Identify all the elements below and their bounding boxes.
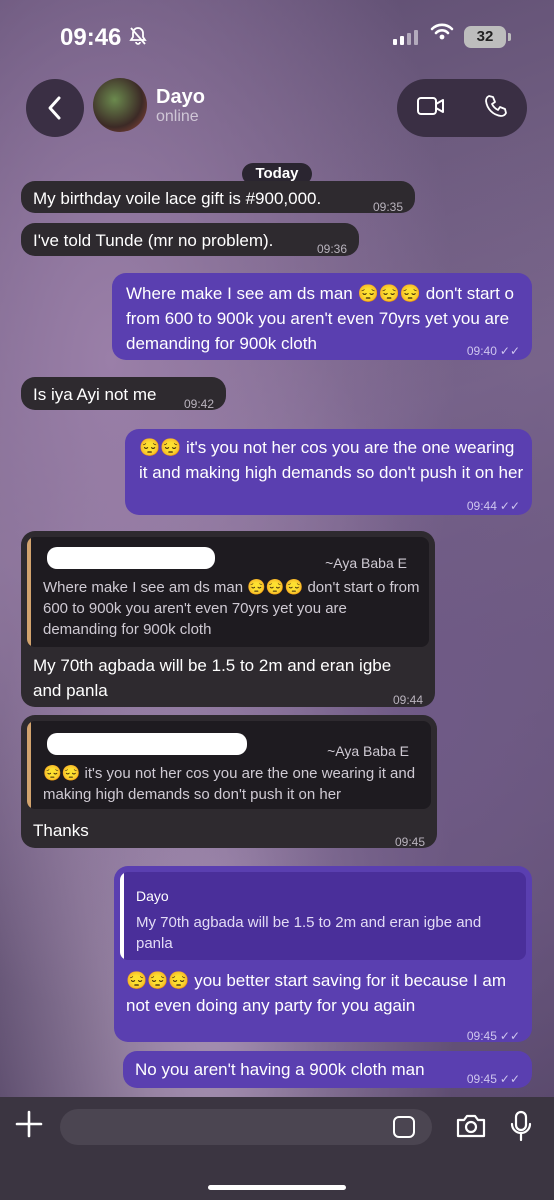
message-text: No you aren't having a 900k cloth man: [135, 1060, 425, 1079]
phone-icon: [484, 94, 507, 117]
quote-text: 😔😔 it's you not her cos you are the one …: [43, 765, 416, 803]
quoted-message[interactable]: ~Aya Baba E 😔😔 it's you not her cos you …: [27, 721, 431, 809]
message-text: Where make I see am ds man 😔😔😔 don't sta…: [126, 284, 514, 353]
message-time: 09:36: [316, 242, 347, 256]
read-ticks-icon: ✓✓: [499, 1029, 520, 1043]
video-call-button[interactable]: [416, 95, 446, 122]
message-time: 09:44: [392, 693, 423, 707]
chat-header: Dayo online: [0, 72, 554, 146]
message-time: 09:45 ✓✓: [467, 1067, 520, 1092]
contact-name[interactable]: Dayo: [156, 86, 205, 109]
message-text: Thanks: [33, 821, 89, 840]
attach-button[interactable]: [14, 1109, 44, 1148]
message-bubble[interactable]: Dayo My 70th agbada will be 1.5 to 2m an…: [114, 866, 532, 1043]
message-time: 09:35: [372, 200, 403, 214]
redacted-name: [47, 547, 215, 569]
message-bubble[interactable]: ~Aya Baba E 😔😔 it's you not her cos you …: [21, 715, 437, 849]
wifi-icon: [430, 22, 454, 48]
message-text: Is iya Ayi not me: [33, 385, 157, 404]
message-bubble[interactable]: Is iya Ayi not me 09:42: [21, 377, 226, 411]
message-bubble[interactable]: My birthday voile lace gift is #900,000.…: [21, 181, 415, 214]
message-text: I've told Tunde (mr no problem).: [33, 231, 274, 250]
silent-bell-icon: [128, 26, 148, 51]
read-ticks-icon: ✓✓: [499, 499, 520, 513]
back-button[interactable]: [26, 79, 84, 137]
sticker-icon[interactable]: [393, 1116, 415, 1138]
quote-author: ~Aya Baba E: [325, 555, 407, 571]
quote-text: Where make I see am ds man 😔😔😔 don't sta…: [43, 579, 420, 638]
quote-text: My 70th agbada will be 1.5 to 2m and era…: [136, 914, 482, 952]
mic-button[interactable]: [510, 1110, 532, 1147]
message-bubble[interactable]: Where make I see am ds man 😔😔😔 don't sta…: [112, 273, 532, 360]
quoted-message[interactable]: ~Aya Baba E Where make I see am ds man 😔…: [27, 537, 429, 647]
phone-call-button[interactable]: [483, 93, 509, 124]
redacted-name: [47, 733, 247, 755]
message-time: 09:45 ✓✓: [467, 1024, 520, 1049]
mic-icon: [510, 1110, 532, 1142]
battery-indicator: 32: [464, 26, 511, 48]
avatar[interactable]: [93, 78, 147, 132]
message-text: My 70th agbada will be 1.5 to 2m and era…: [33, 656, 392, 700]
camera-icon: [456, 1114, 486, 1138]
quote-author: Dayo: [136, 888, 169, 904]
home-indicator: [208, 1185, 346, 1190]
message-text: 😔😔😔 you better start saving for it becau…: [126, 971, 507, 1015]
message-bubble[interactable]: I've told Tunde (mr no problem). 09:36: [21, 223, 359, 256]
message-time: 09:40 ✓✓: [467, 339, 520, 364]
message-bubble[interactable]: 😔😔 it's you not her cos you are the one …: [125, 429, 532, 515]
video-call-icon: [416, 96, 444, 115]
message-text: 😔😔 it's you not her cos you are the one …: [139, 438, 524, 482]
status-time: 09:46: [60, 24, 122, 51]
quote-author: ~Aya Baba E: [327, 743, 409, 759]
message-time: 09:45: [394, 835, 425, 849]
message-time: 09:42: [183, 397, 214, 411]
back-icon: [48, 96, 61, 120]
status-bar: 09:46 32: [0, 0, 554, 72]
read-ticks-icon: ✓✓: [499, 344, 520, 358]
composer-bar: [0, 1097, 554, 1200]
camera-button[interactable]: [455, 1113, 487, 1144]
message-text: My birthday voile lace gift is #900,000.: [33, 189, 322, 208]
read-ticks-icon: ✓✓: [499, 1072, 520, 1086]
plus-icon: [15, 1110, 43, 1138]
signal-icon: [393, 30, 418, 45]
message-time: 09:44 ✓✓: [467, 494, 520, 519]
message-input[interactable]: [60, 1109, 432, 1145]
quoted-message[interactable]: Dayo My 70th agbada will be 1.5 to 2m an…: [120, 872, 526, 960]
contact-status: online: [156, 108, 199, 125]
message-bubble[interactable]: No you aren't having a 900k cloth man 09…: [123, 1051, 532, 1088]
call-buttons: [397, 79, 527, 137]
message-bubble[interactable]: ~Aya Baba E Where make I see am ds man 😔…: [21, 531, 435, 707]
